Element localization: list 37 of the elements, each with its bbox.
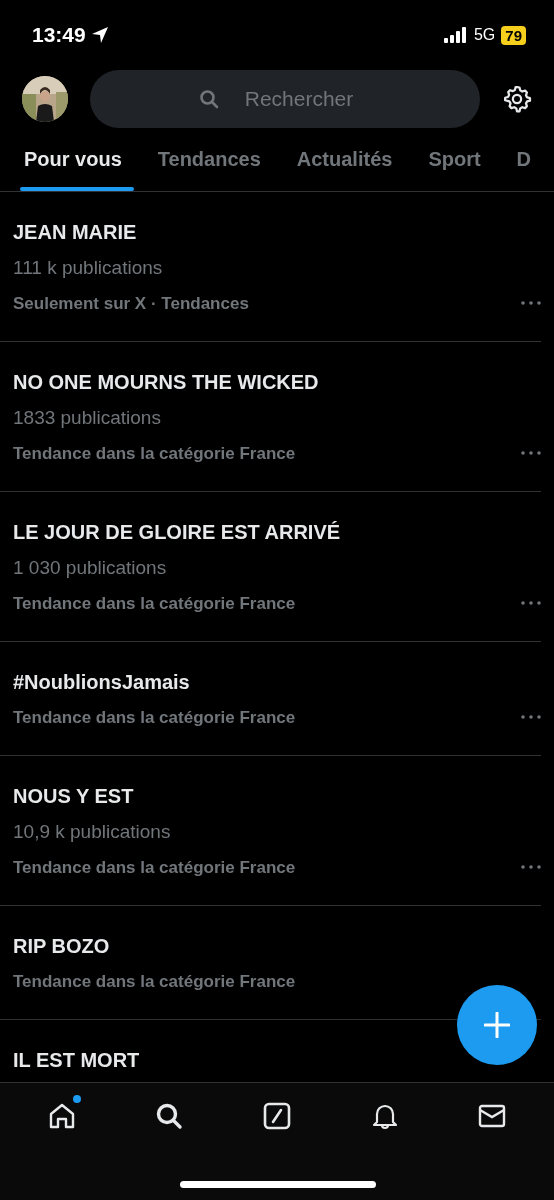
search-icon[interactable]: [154, 1101, 185, 1131]
plus-icon: [484, 1012, 510, 1038]
more-icon[interactable]: [521, 451, 541, 455]
trend-title[interactable]: RIP BOZO: [13, 928, 110, 964]
post-count: 111 k publications: [13, 256, 163, 280]
more-icon[interactable]: [521, 865, 541, 869]
post-count: 1833 publications: [13, 406, 161, 430]
location-arrow-icon: [90, 26, 109, 44]
trend-context: Tendance dans la catégorie France: [13, 443, 296, 465]
network-label: 5G: [473, 26, 496, 44]
settings-icon[interactable]: [502, 84, 532, 114]
tab[interactable]: D: [504, 128, 544, 191]
more-icon[interactable]: [521, 715, 541, 719]
compose-icon[interactable]: [262, 1101, 292, 1131]
post-count: 1 030 publications: [13, 556, 167, 580]
trend-context: Seulement sur X · Tendances: [13, 293, 249, 315]
tab[interactable]: Sport: [416, 128, 493, 191]
trend-context: Tendance dans la catégorie France: [13, 593, 296, 615]
trend-title[interactable]: #NoublionsJamais: [13, 664, 190, 700]
tab[interactable]: Pour vous: [12, 128, 134, 191]
trend-context: Tendance dans la catégorie France: [13, 971, 296, 993]
trend-title[interactable]: LE JOUR DE GLOIRE EST ARRIVÉ: [13, 514, 341, 550]
more-icon[interactable]: [521, 301, 541, 305]
trend-title[interactable]: JEAN MARIE: [13, 214, 137, 250]
signal-icon: [443, 27, 468, 43]
clock-time: 13:49: [32, 23, 86, 47]
trend-context: Tendance dans la catégorie France: [13, 707, 296, 729]
search-field[interactable]: Rechercher: [90, 70, 480, 128]
trend-title[interactable]: IL EST MORT: [13, 1042, 140, 1078]
post-count: 10,9 k publications: [13, 820, 171, 844]
tab[interactable]: Tendances: [145, 128, 273, 191]
battery-level: 79: [501, 25, 526, 45]
trend-title[interactable]: NO ONE MOURNS THE WICKED: [13, 364, 319, 400]
tab[interactable]: Actualités: [284, 128, 405, 191]
more-icon[interactable]: [521, 601, 541, 605]
trend-context: Tendance dans la catégorie France: [13, 857, 296, 879]
trend-title[interactable]: NOUS Y EST: [13, 778, 134, 814]
